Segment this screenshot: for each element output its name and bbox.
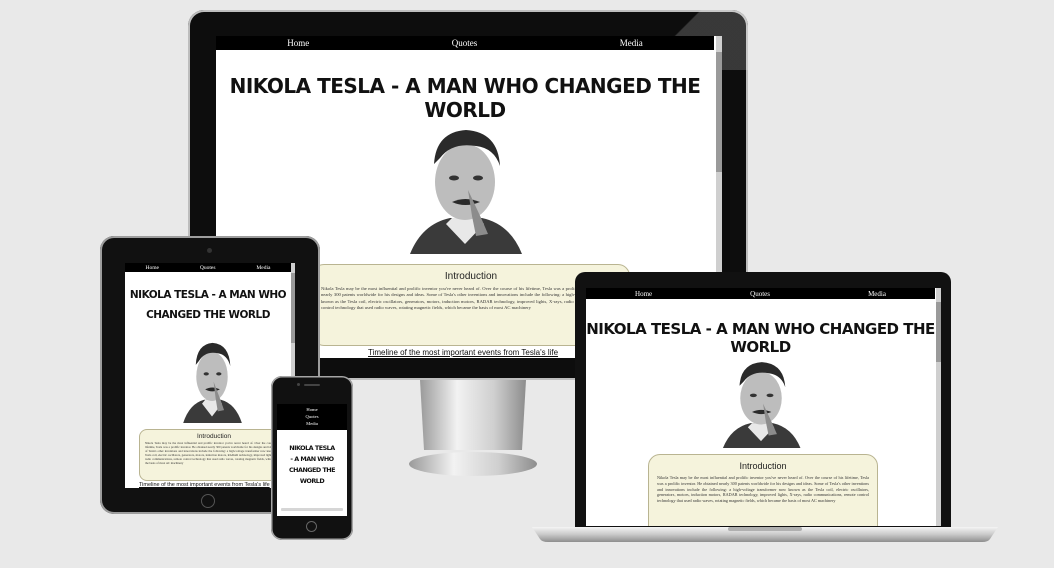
intro-heading: Introduction [739, 461, 787, 471]
nav-bar: Home Quotes Media [277, 404, 347, 430]
monitor-stand [406, 380, 540, 478]
portrait-image [402, 124, 528, 254]
intro-box: Introduction Nikola Tesla may be the mos… [648, 454, 878, 526]
phone-bottom-bar [281, 508, 343, 511]
intro-text: Nikola Tesla may be the most influential… [145, 441, 283, 465]
scrollbar-thumb[interactable] [716, 52, 722, 172]
tablet-screen: Home Quotes Media NIKOLA TESLA - A MAN W… [125, 263, 295, 488]
nav-home[interactable]: Home [145, 265, 158, 271]
intro-text: Nikola Tesla may be the most influential… [657, 475, 869, 504]
page-title-line-1: NIKOLA TESLA [289, 444, 335, 452]
page-title-line-4: WORLD [299, 477, 325, 485]
phone-camera [297, 383, 300, 386]
laptop-base [532, 527, 998, 543]
nav-bar: Home Quotes Media [586, 288, 935, 299]
page-title-line-1: NIKOLA TESLA - A MAN WHO [129, 289, 287, 301]
phone-home-button[interactable] [306, 521, 317, 532]
nav-quotes[interactable]: Quotes [277, 413, 347, 420]
nav-bar: Home Quotes Media [216, 36, 714, 50]
timeline-link[interactable]: Timeline of the most important events fr… [139, 482, 270, 488]
scrollbar-thumb[interactable] [936, 302, 941, 362]
nav-home[interactable]: Home [635, 290, 652, 298]
page-title: NIKOLA TESLA - A MAN WHO CHANGED THE WOR… [229, 74, 701, 122]
nav-media[interactable]: Media [620, 38, 643, 48]
laptop: Home Quotes Media NIKOLA TESLA - A MAN W… [575, 272, 951, 528]
phone: Home Quotes Media NIKOLA TESLA - A MAN W… [271, 376, 353, 540]
phone-screen: Home Quotes Media NIKOLA TESLA - A MAN W… [277, 404, 347, 516]
intro-box: Introduction Nikola Tesla may be the mos… [139, 429, 289, 481]
nav-quotes[interactable]: Quotes [200, 265, 216, 271]
nav-bar: Home Quotes Media [125, 263, 291, 272]
nav-quotes[interactable]: Quotes [452, 38, 478, 48]
nav-home[interactable]: Home [287, 38, 309, 48]
portrait-image [179, 339, 245, 423]
nav-media[interactable]: Media [277, 420, 347, 427]
page-title: NIKOLA TESLA - A MAN WHO CHANGED THE WOR… [586, 320, 935, 356]
page-title-line-2: - A MAN WHO [290, 455, 334, 463]
tablet-home-button[interactable] [201, 494, 215, 508]
laptop-screen: Home Quotes Media NIKOLA TESLA - A MAN W… [586, 288, 941, 526]
scrollbar-thumb[interactable] [291, 273, 295, 343]
page-title-line-2: CHANGED THE WORLD [146, 309, 270, 321]
phone-speaker [304, 384, 320, 386]
timeline-link[interactable]: Timeline of the most important events fr… [368, 348, 558, 357]
portrait-image [716, 358, 806, 448]
page-title-line-3: CHANGED THE [288, 466, 336, 474]
nav-quotes[interactable]: Quotes [750, 290, 770, 298]
tablet-camera [207, 248, 212, 253]
nav-media[interactable]: Media [256, 265, 270, 271]
scrollbar[interactable] [936, 288, 941, 526]
intro-heading: Introduction [197, 433, 231, 440]
nav-media[interactable]: Media [868, 290, 886, 298]
nav-home[interactable]: Home [277, 406, 347, 413]
